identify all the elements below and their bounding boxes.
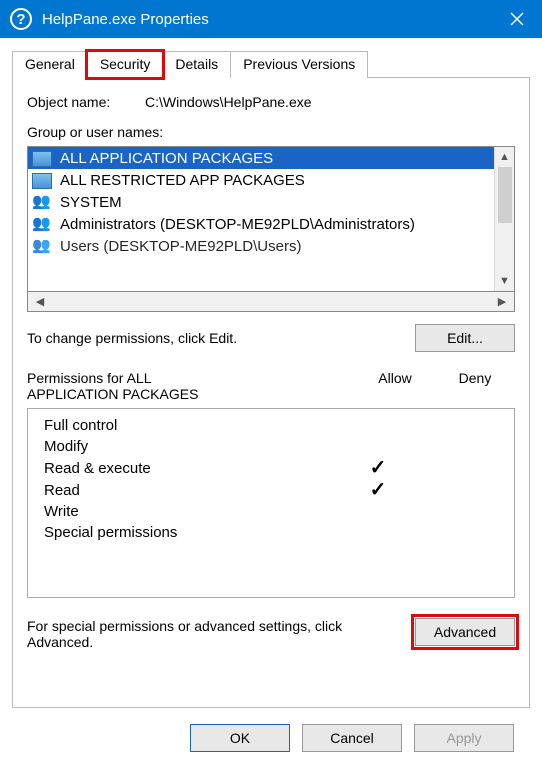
principal-label: SYSTEM (60, 194, 122, 211)
scroll-right-icon[interactable]: ▶ (490, 292, 514, 311)
permissions-title-line2: APPLICATION PACKAGES (27, 386, 198, 402)
permission-row: Read & execute✓ (34, 457, 508, 479)
tab-panel-security: Object name: C:\Windows\HelpPane.exe Gro… (12, 78, 530, 708)
group-label: Group or user names: (27, 124, 515, 140)
permission-name: Special permissions (44, 524, 338, 541)
package-icon (32, 149, 54, 167)
principal-listbox[interactable]: ALL APPLICATION PACKAGES ALL RESTRICTED A… (27, 146, 515, 292)
horizontal-scrollbar[interactable]: ◀ ▶ (27, 292, 515, 312)
permission-row: Read✓ (34, 479, 508, 501)
dialog-buttons: OK Cancel Apply (12, 724, 530, 752)
permission-name: Write (44, 503, 338, 520)
principal-item[interactable]: Users (DESKTOP-ME92PLD\Users) (28, 235, 494, 257)
permission-name: Read & execute (44, 460, 338, 477)
permissions-title: Permissions for ALL APPLICATION PACKAGES (27, 370, 355, 402)
permissions-title-line1: Permissions for ALL (27, 370, 152, 386)
edit-hint: To change permissions, click Edit. (27, 330, 237, 346)
cancel-button[interactable]: Cancel (302, 724, 402, 752)
tab-details[interactable]: Details (162, 51, 231, 78)
edit-row: To change permissions, click Edit. Edit.… (27, 324, 515, 352)
window-title: HelpPane.exe Properties (42, 11, 492, 28)
permission-row: Special permissions (34, 522, 508, 543)
principal-item[interactable]: SYSTEM (28, 191, 494, 213)
permissions-header: Permissions for ALL APPLICATION PACKAGES… (27, 370, 515, 402)
principal-item[interactable]: ALL RESTRICTED APP PACKAGES (28, 169, 494, 191)
window-body: General Security Details Previous Versio… (0, 38, 542, 764)
principal-label: Users (DESKTOP-ME92PLD\Users) (60, 238, 301, 255)
col-deny: Deny (435, 370, 515, 402)
col-allow: Allow (355, 370, 435, 402)
tab-strip: General Security Details Previous Versio… (12, 50, 530, 78)
object-name-label: Object name: (27, 94, 145, 110)
vertical-scrollbar[interactable]: ▲ ▼ (494, 147, 514, 291)
apply-button[interactable]: Apply (414, 724, 514, 752)
permission-allow: ✓ (338, 459, 418, 477)
permission-row: Modify (34, 436, 508, 457)
principal-item[interactable]: Administrators (DESKTOP-ME92PLD\Administ… (28, 213, 494, 235)
title-bar: ? HelpPane.exe Properties (0, 0, 542, 38)
close-icon (510, 12, 524, 26)
permissions-box: Full controlModifyRead & execute✓Read✓Wr… (27, 408, 515, 598)
permission-row: Write (34, 501, 508, 522)
tab-security[interactable]: Security (87, 51, 164, 78)
tab-general[interactable]: General (12, 51, 88, 78)
permission-name: Read (44, 482, 338, 499)
principal-label: ALL RESTRICTED APP PACKAGES (60, 172, 305, 189)
scroll-thumb[interactable] (498, 167, 512, 223)
close-button[interactable] (492, 0, 542, 38)
permission-allow: ✓ (338, 481, 418, 499)
permission-name: Modify (44, 438, 338, 455)
hscroll-track[interactable] (52, 292, 490, 311)
object-name-row: Object name: C:\Windows\HelpPane.exe (27, 94, 515, 110)
principal-item[interactable]: ALL APPLICATION PACKAGES (28, 147, 494, 169)
principal-items: ALL APPLICATION PACKAGES ALL RESTRICTED A… (28, 147, 494, 291)
advanced-button[interactable]: Advanced (415, 618, 515, 646)
permission-name: Full control (44, 417, 338, 434)
ok-button[interactable]: OK (190, 724, 290, 752)
advanced-row: For special permissions or advanced sett… (27, 618, 515, 650)
scroll-down-icon[interactable]: ▼ (495, 271, 514, 291)
users-icon (32, 193, 54, 211)
scroll-up-icon[interactable]: ▲ (495, 147, 514, 167)
tab-previous-versions[interactable]: Previous Versions (230, 51, 368, 78)
permission-row: Full control (34, 415, 508, 436)
package-icon (32, 171, 54, 189)
help-icon: ? (10, 8, 32, 30)
scroll-left-icon[interactable]: ◀ (28, 292, 52, 311)
principal-label: Administrators (DESKTOP-ME92PLD\Administ… (60, 216, 415, 233)
object-name-value: C:\Windows\HelpPane.exe (145, 94, 312, 110)
edit-button[interactable]: Edit... (415, 324, 515, 352)
advanced-hint: For special permissions or advanced sett… (27, 618, 403, 650)
users-icon (32, 215, 54, 233)
users-icon (32, 237, 54, 255)
principal-label: ALL APPLICATION PACKAGES (60, 150, 273, 167)
